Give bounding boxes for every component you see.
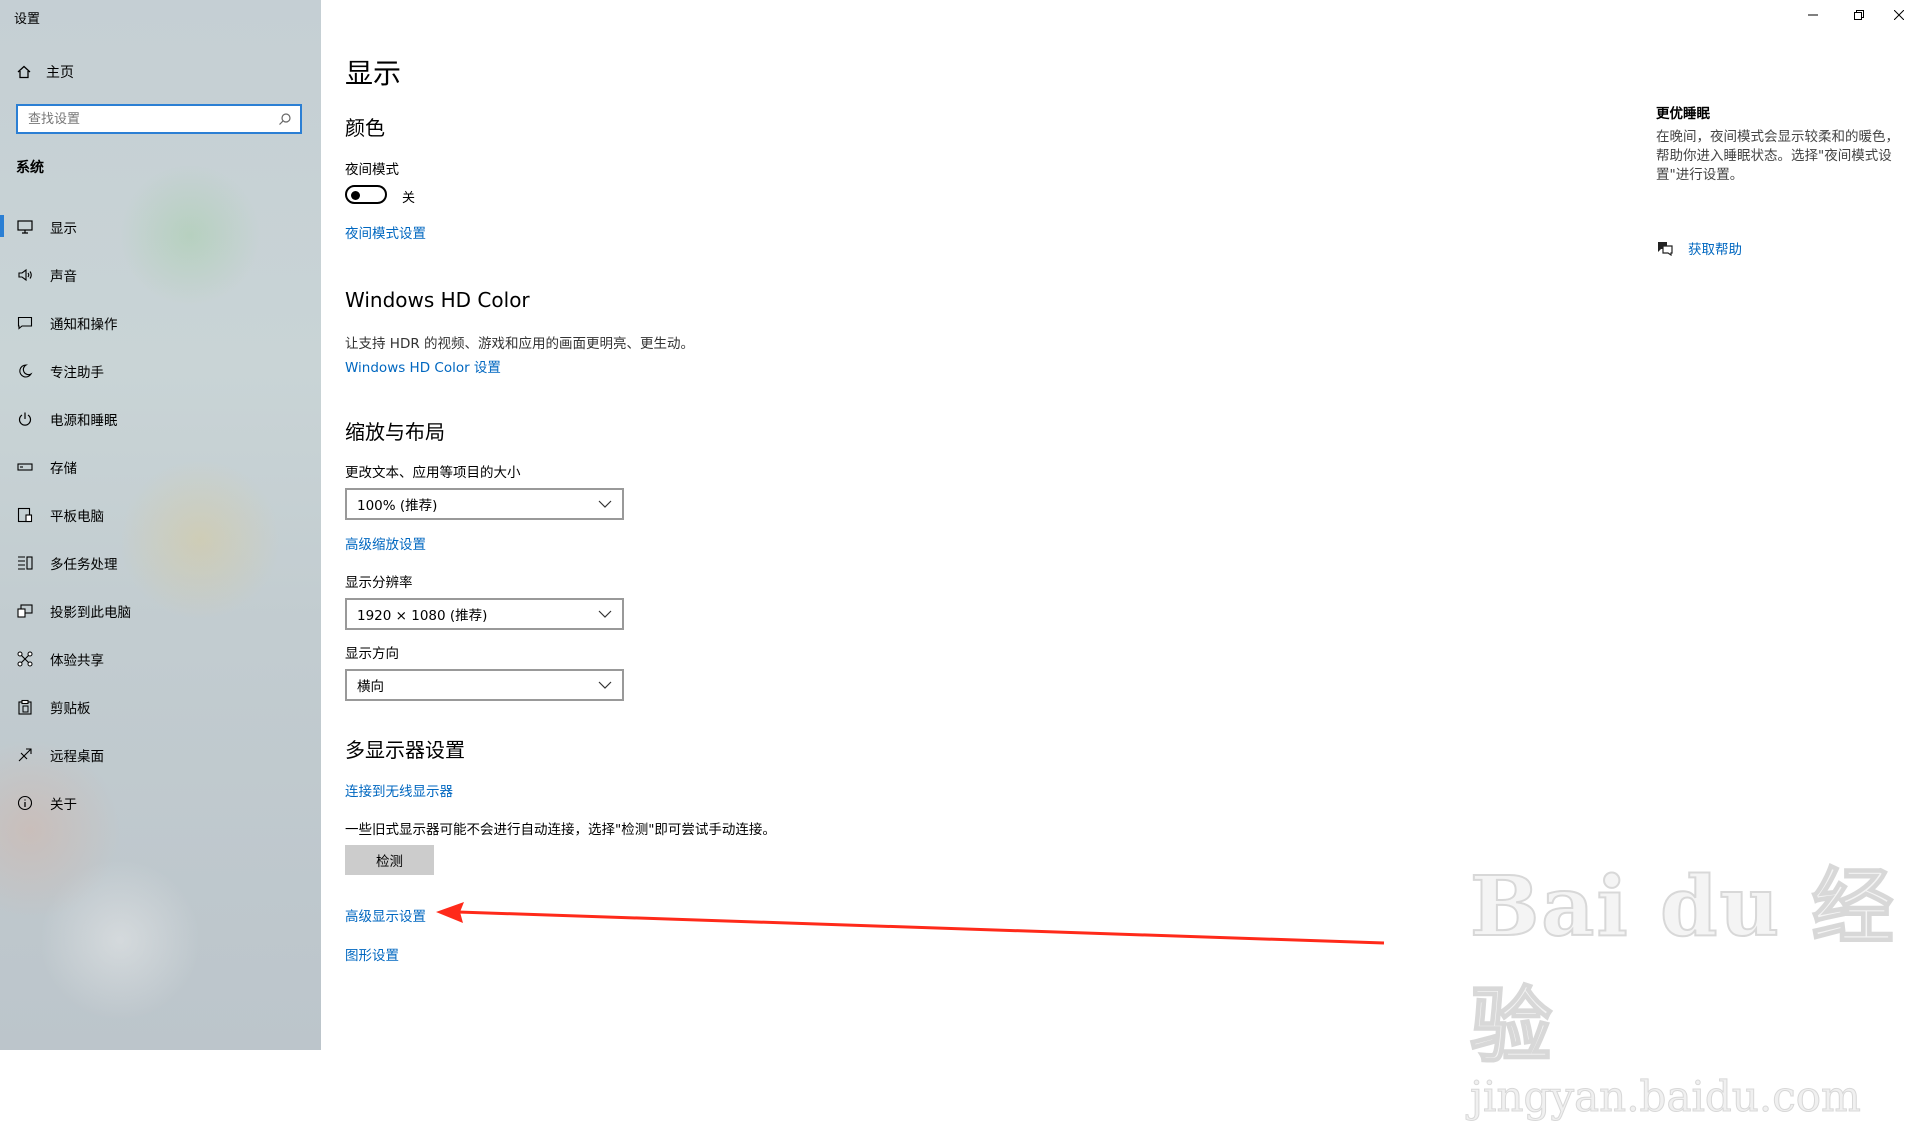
sidebar-item-label: 声音: [50, 269, 77, 285]
advanced-display-settings-link[interactable]: 高级显示设置: [345, 905, 426, 925]
minimize-button[interactable]: [1790, 0, 1836, 30]
text-size-label: 更改文本、应用等项目的大小: [345, 465, 521, 481]
remote-icon: [16, 746, 34, 764]
sidebar: 设置 主页 系统 显示 声音 通知和操作 专注助手 电源和睡眠: [0, 0, 321, 1050]
aside-heading: 更优睡眠: [1656, 106, 1710, 122]
sidebar-item-label: 专注助手: [50, 365, 104, 381]
sidebar-item-power-sleep[interactable]: 电源和睡眠: [0, 395, 321, 443]
sidebar-item-sound[interactable]: 声音: [0, 251, 321, 299]
toggle-knob: [351, 190, 360, 200]
power-icon: [16, 410, 34, 428]
window-title: 设置: [14, 12, 41, 27]
sidebar-item-label: 多任务处理: [50, 557, 118, 573]
sidebar-item-label: 剪贴板: [50, 701, 91, 717]
arrow-head: [436, 902, 464, 923]
sidebar-item-project-to-pc[interactable]: 投影到此电脑: [0, 587, 321, 635]
sidebar-item-label: 体验共享: [50, 653, 104, 669]
speaker-icon: [16, 266, 34, 284]
search-box[interactable]: [16, 104, 302, 134]
search-input[interactable]: [26, 110, 278, 128]
close-button[interactable]: [1876, 0, 1920, 30]
aside-description: 在晚间，夜间模式会显示较柔和的暖色，帮助你进入睡眠状态。选择"夜间模式设置"进行…: [1656, 129, 1899, 183]
scale-layout-heading: 缩放与布局: [345, 420, 445, 444]
moon-icon: [16, 362, 34, 380]
baidu-watermark: Bai du 经验 jingyan.baidu.com: [1469, 840, 1920, 1121]
notification-icon: [16, 314, 34, 332]
scale-value: 100% (推荐): [357, 498, 438, 514]
orientation-value: 横向: [357, 679, 384, 695]
home-nav-item[interactable]: 主页: [16, 62, 74, 82]
sidebar-item-about[interactable]: 关于: [0, 779, 321, 827]
connect-wireless-display-link[interactable]: 连接到无线显示器: [345, 780, 453, 800]
restore-icon: [1854, 10, 1864, 20]
tablet-icon: [16, 506, 34, 524]
get-help-link[interactable]: 获取帮助: [1656, 238, 1742, 258]
clipboard-icon: [16, 698, 34, 716]
chevron-down-icon: [598, 610, 612, 618]
sidebar-item-label: 存储: [50, 461, 77, 477]
night-light-label: 夜间模式: [345, 162, 399, 178]
sidebar-item-label: 通知和操作: [50, 317, 118, 333]
sidebar-item-label: 投影到此电脑: [50, 605, 131, 621]
info-icon: [16, 794, 34, 812]
graphics-settings-link[interactable]: 图形设置: [345, 944, 399, 964]
sidebar-item-shared-experiences[interactable]: 体验共享: [0, 635, 321, 683]
orientation-dropdown[interactable]: 横向: [345, 669, 624, 701]
hdr-heading: Windows HD Color: [345, 288, 530, 312]
share-icon: [16, 650, 34, 668]
advanced-scaling-link[interactable]: 高级缩放设置: [345, 533, 426, 553]
project-icon: [16, 602, 34, 620]
hdr-settings-link[interactable]: Windows HD Color 设置: [345, 356, 501, 376]
detect-button[interactable]: 检测: [345, 845, 434, 875]
sidebar-item-tablet[interactable]: 平板电脑: [0, 491, 321, 539]
watermark-url: jingyan.baidu.com: [1470, 1072, 1862, 1121]
multi-display-description: 一些旧式显示器可能不会进行自动连接，选择"检测"即可尝试手动连接。: [345, 822, 776, 838]
section-heading-system: 系统: [16, 160, 44, 176]
sidebar-item-remote-desktop[interactable]: 远程桌面: [0, 731, 321, 779]
multitask-icon: [16, 554, 34, 572]
chevron-down-icon: [598, 681, 612, 689]
sidebar-item-multitasking[interactable]: 多任务处理: [0, 539, 321, 587]
orientation-label: 显示方向: [345, 646, 399, 662]
sidebar-item-label: 关于: [50, 797, 77, 813]
hdr-description: 让支持 HDR 的视频、游戏和应用的画面更明亮、更生动。: [345, 336, 695, 352]
sidebar-item-focus-assist[interactable]: 专注助手: [0, 347, 321, 395]
night-light-settings-link[interactable]: 夜间模式设置: [345, 222, 426, 242]
home-label: 主页: [46, 65, 74, 81]
night-light-state: 关: [402, 191, 416, 206]
chevron-down-icon: [598, 500, 612, 508]
home-icon: [17, 65, 31, 79]
multi-display-heading: 多显示器设置: [345, 738, 465, 762]
color-heading: 颜色: [345, 116, 385, 140]
get-help-label: 获取帮助: [1688, 242, 1742, 258]
night-light-toggle[interactable]: [345, 185, 387, 204]
search-icon[interactable]: [278, 112, 292, 126]
storage-icon: [16, 458, 34, 476]
minimize-icon: [1808, 14, 1818, 16]
scale-dropdown[interactable]: 100% (推荐): [345, 488, 624, 520]
sidebar-item-label: 显示: [50, 221, 77, 237]
sidebar-item-storage[interactable]: 存储: [0, 443, 321, 491]
sidebar-item-label: 远程桌面: [50, 749, 104, 765]
sidebar-item-label: 平板电脑: [50, 509, 104, 525]
sidebar-item-label: 电源和睡眠: [50, 413, 118, 429]
monitor-icon: [16, 218, 34, 236]
arrow-shaft: [457, 910, 1385, 945]
resolution-value: 1920 × 1080 (推荐): [357, 608, 488, 624]
sidebar-item-notifications[interactable]: 通知和操作: [0, 299, 321, 347]
help-chat-icon: [1658, 242, 1673, 256]
resolution-label: 显示分辨率: [345, 575, 413, 591]
watermark-logo-text: Bai du 经验: [1469, 858, 1896, 1075]
page-title: 显示: [345, 57, 402, 90]
sidebar-item-clipboard[interactable]: 剪贴板: [0, 683, 321, 731]
sidebar-item-display[interactable]: 显示: [0, 203, 321, 251]
resolution-dropdown[interactable]: 1920 × 1080 (推荐): [345, 598, 624, 630]
sidebar-nav: 显示 声音 通知和操作 专注助手 电源和睡眠 存储 平板电脑 多任务处理 投影到…: [0, 203, 321, 827]
close-icon: [1894, 10, 1904, 20]
